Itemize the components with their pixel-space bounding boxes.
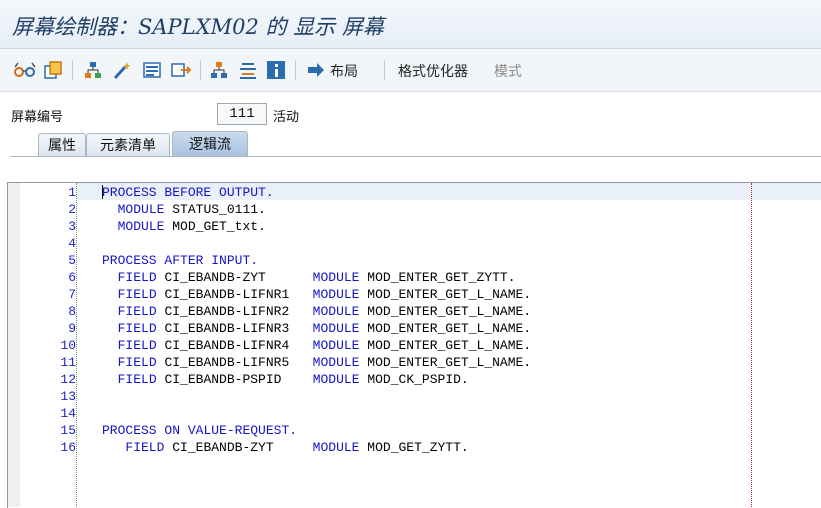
line-number: 11	[60, 355, 76, 370]
format-optimizer-button[interactable]: 格式优化器	[398, 61, 468, 81]
code-line[interactable]: 9 FIELD CI_EBANDB-LIFNR3 MODULE MOD_ENTE…	[20, 320, 820, 337]
line-number: 1	[68, 185, 76, 200]
application-toolbar: 布局 格式优化器 模式	[0, 49, 821, 92]
title-bar: 屏幕绘制器：SAPLXM02 的 显示 屏幕	[0, 0, 821, 49]
code-line[interactable]: 6 FIELD CI_EBANDB-ZYT MODULE MOD_ENTER_G…	[20, 269, 820, 286]
copy-object-icon[interactable]	[42, 59, 64, 81]
line-number: 2	[68, 202, 76, 217]
arrow-right-icon[interactable]	[305, 59, 327, 81]
mode-button[interactable]: 模式	[494, 61, 522, 81]
tab-attributes[interactable]: 属性	[38, 133, 86, 156]
code-line[interactable]: 8 FIELD CI_EBANDB-LIFNR2 MODULE MOD_ENTE…	[20, 303, 820, 320]
glasses-icon[interactable]	[14, 59, 36, 81]
line-number: 5	[68, 253, 76, 268]
line-number: 13	[60, 389, 76, 404]
line-number: 8	[68, 304, 76, 319]
code-text: MODULE MOD_GET_txt.	[117, 219, 266, 234]
align-icon[interactable]	[237, 59, 259, 81]
code-line[interactable]: 16 FIELD CI_EBANDB-ZYT MODULE MOD_GET_ZY…	[20, 439, 820, 456]
line-number: 7	[68, 287, 76, 302]
code-text: MODULE STATUS_0111.	[117, 202, 266, 217]
line-number: 10	[60, 338, 76, 353]
code-line[interactable]: 5 PROCESS AFTER INPUT.	[20, 252, 820, 269]
code-line[interactable]: 10 FIELD CI_EBANDB-LIFNR4 MODULE MOD_ENT…	[20, 337, 820, 354]
line-number: 6	[68, 270, 76, 285]
code-text: PROCESS BEFORE OUTPUT.	[102, 185, 274, 200]
line-number: 9	[68, 321, 76, 336]
code-text: FIELD CI_EBANDB-PSPID MODULE MOD_CK_PSPI…	[117, 372, 469, 387]
toolbar-separator	[295, 60, 296, 80]
code-text: FIELD CI_EBANDB-ZYT MODULE MOD_GET_ZYTT.	[125, 440, 469, 455]
layout-button[interactable]: 布局	[330, 61, 358, 81]
code-text: FIELD CI_EBANDB-ZYT MODULE MOD_ENTER_GET…	[117, 270, 516, 285]
line-number: 16	[60, 440, 76, 455]
line-number: 15	[60, 423, 76, 438]
code-text: FIELD CI_EBANDB-LIFNR1 MODULE MOD_ENTER_…	[117, 287, 532, 302]
tab-element-list[interactable]: 元素清单	[86, 133, 170, 156]
line-number: 3	[68, 219, 76, 234]
code-line[interactable]: 7 FIELD CI_EBANDB-LIFNR1 MODULE MOD_ENTE…	[20, 286, 820, 303]
code-line[interactable]: 13	[20, 388, 820, 405]
code-text: FIELD CI_EBANDB-LIFNR2 MODULE MOD_ENTER_…	[117, 304, 532, 319]
code-text: FIELD CI_EBANDB-LIFNR3 MODULE MOD_ENTER_…	[117, 321, 532, 336]
line-number: 14	[60, 406, 76, 421]
code-line[interactable]: 1 PROCESS BEFORE OUTPUT.	[20, 184, 820, 201]
text-cursor	[102, 185, 103, 199]
tab-strip: 属性 元素清单 逻辑流	[0, 131, 821, 157]
line-number: 12	[60, 372, 76, 387]
screen-status-text: 活动	[273, 110, 300, 125]
hierarchy-tree-icon[interactable]	[208, 59, 230, 81]
toolbar-separator	[72, 60, 73, 80]
code-line[interactable]: 12 FIELD CI_EBANDB-PSPID MODULE MOD_CK_P…	[20, 371, 820, 388]
code-line[interactable]: 14	[20, 405, 820, 422]
line-number: 4	[68, 236, 76, 251]
code-line[interactable]: 15 PROCESS ON VALUE-REQUEST.	[20, 422, 820, 439]
code-text: FIELD CI_EBANDB-LIFNR5 MODULE MOD_ENTER_…	[117, 355, 532, 370]
hierarchy-icon[interactable]	[82, 59, 104, 81]
toolbar-separator	[200, 60, 201, 80]
tab-flow-logic[interactable]: 逻辑流	[172, 131, 248, 156]
info-icon[interactable]	[265, 59, 287, 81]
code-text: PROCESS AFTER INPUT.	[102, 253, 259, 268]
layout-export-icon[interactable]	[170, 59, 192, 81]
code-line[interactable]: 11 FIELD CI_EBANDB-LIFNR5 MODULE MOD_ENT…	[20, 354, 820, 371]
code-text: PROCESS ON VALUE-REQUEST.	[102, 423, 298, 438]
magic-wand-icon[interactable]	[111, 59, 133, 81]
tab-underline	[10, 156, 821, 157]
toolbar-separator	[384, 60, 385, 80]
screen-number-field[interactable]: 111	[217, 103, 267, 125]
window-title: 屏幕绘制器：SAPLXM02 的 显示 屏幕	[12, 15, 384, 39]
screen-number-row: 屏幕编号 111 活动	[0, 101, 821, 127]
element-list-icon[interactable]	[141, 59, 163, 81]
code-line[interactable]: 4	[20, 235, 820, 252]
editor-gutter	[8, 183, 20, 507]
screen-number-label: 屏幕编号	[11, 110, 64, 125]
code-text: FIELD CI_EBANDB-LIFNR4 MODULE MOD_ENTER_…	[117, 338, 532, 353]
code-line[interactable]: 2 MODULE STATUS_0111.	[20, 201, 820, 218]
code-line[interactable]: 3 MODULE MOD_GET_txt.	[20, 218, 820, 235]
